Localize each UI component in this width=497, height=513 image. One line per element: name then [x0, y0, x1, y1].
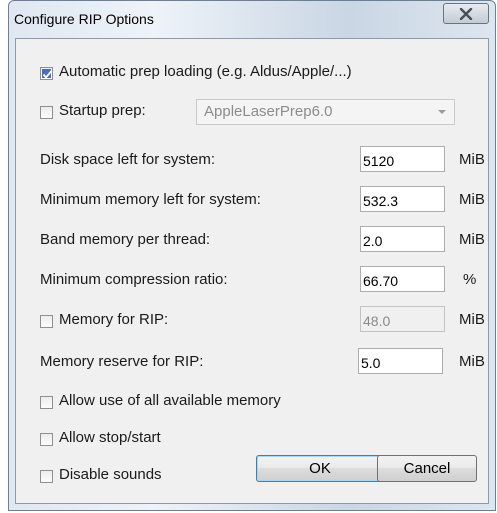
memory-for-rip-label[interactable]: Memory for RIP: — [59, 311, 168, 328]
min-compression-label: Minimum compression ratio: — [40, 271, 228, 288]
memory-reserve-label: Memory reserve for RIP: — [40, 353, 204, 370]
chevron-down-icon — [438, 110, 446, 114]
min-compression-unit: % — [463, 271, 477, 288]
min-compression-input[interactable] — [360, 266, 445, 292]
disk-space-label: Disk space left for system: — [40, 151, 216, 168]
startup-prep-select[interactable]: AppleLaserPrep6.0 — [196, 99, 455, 125]
band-memory-input[interactable] — [360, 226, 445, 252]
allow-all-memory-label[interactable]: Allow use of all available memory — [59, 392, 281, 409]
auto-prep-checkbox[interactable] — [40, 67, 53, 80]
disable-sounds-label[interactable]: Disable sounds — [59, 466, 162, 483]
memory-for-rip-unit: MiB — [459, 311, 485, 328]
close-button[interactable] — [443, 3, 489, 24]
memory-for-rip-input[interactable] — [360, 306, 445, 332]
disk-space-input[interactable] — [360, 146, 445, 172]
auto-prep-label[interactable]: Automatic prep loading (e.g. Aldus/Apple… — [59, 63, 352, 80]
band-memory-label: Band memory per thread: — [40, 231, 211, 248]
memory-for-rip-checkbox[interactable] — [40, 315, 53, 328]
allow-stop-start-label[interactable]: Allow stop/start — [59, 429, 161, 446]
title-bar[interactable]: Configure RIP Options — [9, 1, 495, 37]
min-memory-input[interactable] — [360, 186, 445, 212]
min-memory-unit: MiB — [459, 191, 485, 208]
memory-reserve-unit: MiB — [459, 353, 485, 370]
cancel-button[interactable]: Cancel — [377, 455, 477, 482]
checkmark-icon — [42, 70, 53, 79]
close-x-icon — [459, 7, 473, 20]
dialog-body: Automatic prep loading (e.g. Aldus/Apple… — [15, 38, 489, 504]
dialog-window: Configure RIP Options Automatic prep loa… — [8, 0, 496, 511]
band-memory-unit: MiB — [459, 231, 485, 248]
ok-button[interactable]: OK — [256, 455, 384, 482]
allow-all-memory-checkbox[interactable] — [40, 396, 53, 409]
startup-prep-value: AppleLaserPrep6.0 — [204, 103, 333, 120]
startup-prep-label[interactable]: Startup prep: — [59, 102, 146, 119]
memory-reserve-input[interactable] — [358, 348, 443, 374]
disable-sounds-checkbox[interactable] — [40, 470, 53, 483]
min-memory-label: Minimum memory left for system: — [40, 191, 261, 208]
window-title: Configure RIP Options — [14, 11, 154, 27]
allow-stop-start-checkbox[interactable] — [40, 433, 53, 446]
disk-space-unit: MiB — [459, 151, 485, 168]
startup-prep-checkbox[interactable] — [40, 106, 53, 119]
